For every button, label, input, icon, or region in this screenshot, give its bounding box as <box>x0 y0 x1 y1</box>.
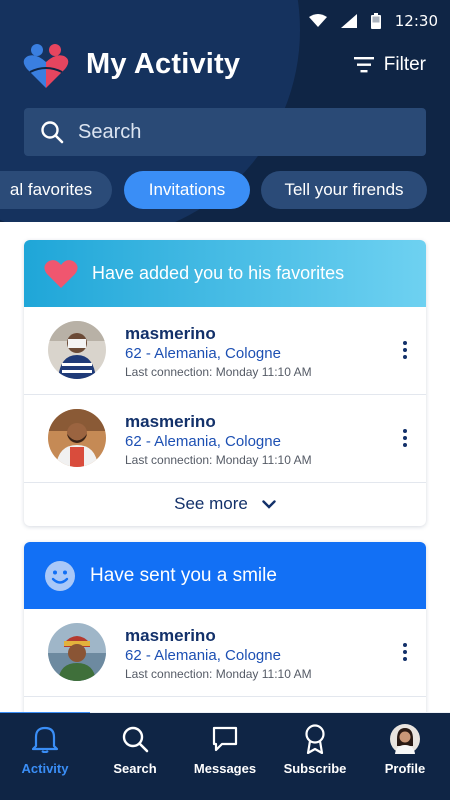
filter-button[interactable]: Filter <box>353 54 426 76</box>
activity-feed[interactable]: Have added you to his favorites masmerin… <box>0 222 450 712</box>
see-more-label: See more <box>174 494 248 513</box>
nav-label: Search <box>113 761 157 776</box>
section-header: Have added you to his favorites <box>24 240 426 307</box>
nav-label: Activity <box>21 761 69 776</box>
list-item[interactable]: masmerino 62 - Alemania, Cologne Last co… <box>24 307 426 395</box>
bottom-navigation: Activity Search Messages Subscribe Profi… <box>0 713 450 800</box>
tab-favorites[interactable]: al favorites <box>0 171 112 209</box>
user-avatar <box>48 623 106 681</box>
last-connection: Last connection: Monday 11:10 AM <box>125 365 312 379</box>
battery-icon <box>370 13 381 29</box>
filter-icon <box>353 57 374 73</box>
nav-profile[interactable]: Profile <box>360 723 450 776</box>
user-name: masmerino <box>125 626 216 645</box>
search-icon <box>122 726 149 753</box>
user-avatar <box>48 409 106 467</box>
section-title: Have added you to his favorites <box>92 263 345 283</box>
app-header: 12:30 My Activity Filter Search al favor… <box>0 0 450 222</box>
nav-search[interactable]: Search <box>90 723 180 776</box>
more-options-icon[interactable] <box>400 341 410 363</box>
search-placeholder: Search <box>78 120 142 143</box>
search-icon <box>41 121 64 144</box>
wifi-icon <box>308 14 327 27</box>
nav-label: Subscribe <box>283 761 347 776</box>
user-location: 62 - Alemania, Cologne <box>125 647 281 664</box>
nav-messages[interactable]: Messages <box>180 723 270 776</box>
chevron-down-icon <box>262 499 276 509</box>
signal-icon <box>340 14 357 28</box>
smiles-section: Have sent you a smile masmerino 62 - Ale… <box>24 542 426 712</box>
more-options-icon[interactable] <box>400 643 410 665</box>
nav-label: Profile <box>384 761 426 776</box>
favorites-section: Have added you to his favorites masmerin… <box>24 240 426 526</box>
user-name: masmerino <box>125 324 216 343</box>
section-title: Have sent you a smile <box>90 564 277 586</box>
app-logo-icon <box>23 44 69 88</box>
status-bar: 12:30 <box>308 10 438 32</box>
nav-label: Messages <box>193 761 257 776</box>
search-input[interactable]: Search <box>24 108 426 156</box>
tab-tell-friends[interactable]: Tell your firends <box>261 171 427 209</box>
last-connection: Last connection: Monday 11:10 AM <box>125 667 312 681</box>
see-more-button[interactable]: See more <box>24 483 426 525</box>
user-name: masmerino <box>125 412 216 431</box>
nav-activity[interactable]: Activity <box>0 723 90 776</box>
filter-label: Filter <box>383 54 426 75</box>
section-header: Have sent you a smile <box>24 542 426 609</box>
nav-subscribe[interactable]: Subscribe <box>270 723 360 776</box>
bell-icon <box>32 726 58 753</box>
last-connection: Last connection: Monday 11:10 AM <box>125 453 312 467</box>
tab-invitations[interactable]: Invitations <box>124 171 250 209</box>
clock: 12:30 <box>394 12 438 30</box>
badge-icon <box>305 724 325 754</box>
smile-icon <box>45 560 75 591</box>
list-item[interactable]: masmerino 62 - Alemania, Cologne Last co… <box>24 609 426 697</box>
profile-avatar <box>390 724 420 754</box>
page-title: My Activity <box>86 48 241 80</box>
more-options-icon[interactable] <box>400 429 410 451</box>
tab-bar: al favorites Invitations Tell your firen… <box>0 171 450 209</box>
user-location: 62 - Alemania, Cologne <box>125 345 281 362</box>
list-item[interactable]: masmerino 62 - Alemania, Cologne Last co… <box>24 395 426 483</box>
message-icon <box>212 726 238 752</box>
user-location: 62 - Alemania, Cologne <box>125 433 281 450</box>
user-avatar <box>48 321 106 379</box>
heart-icon <box>44 259 78 288</box>
